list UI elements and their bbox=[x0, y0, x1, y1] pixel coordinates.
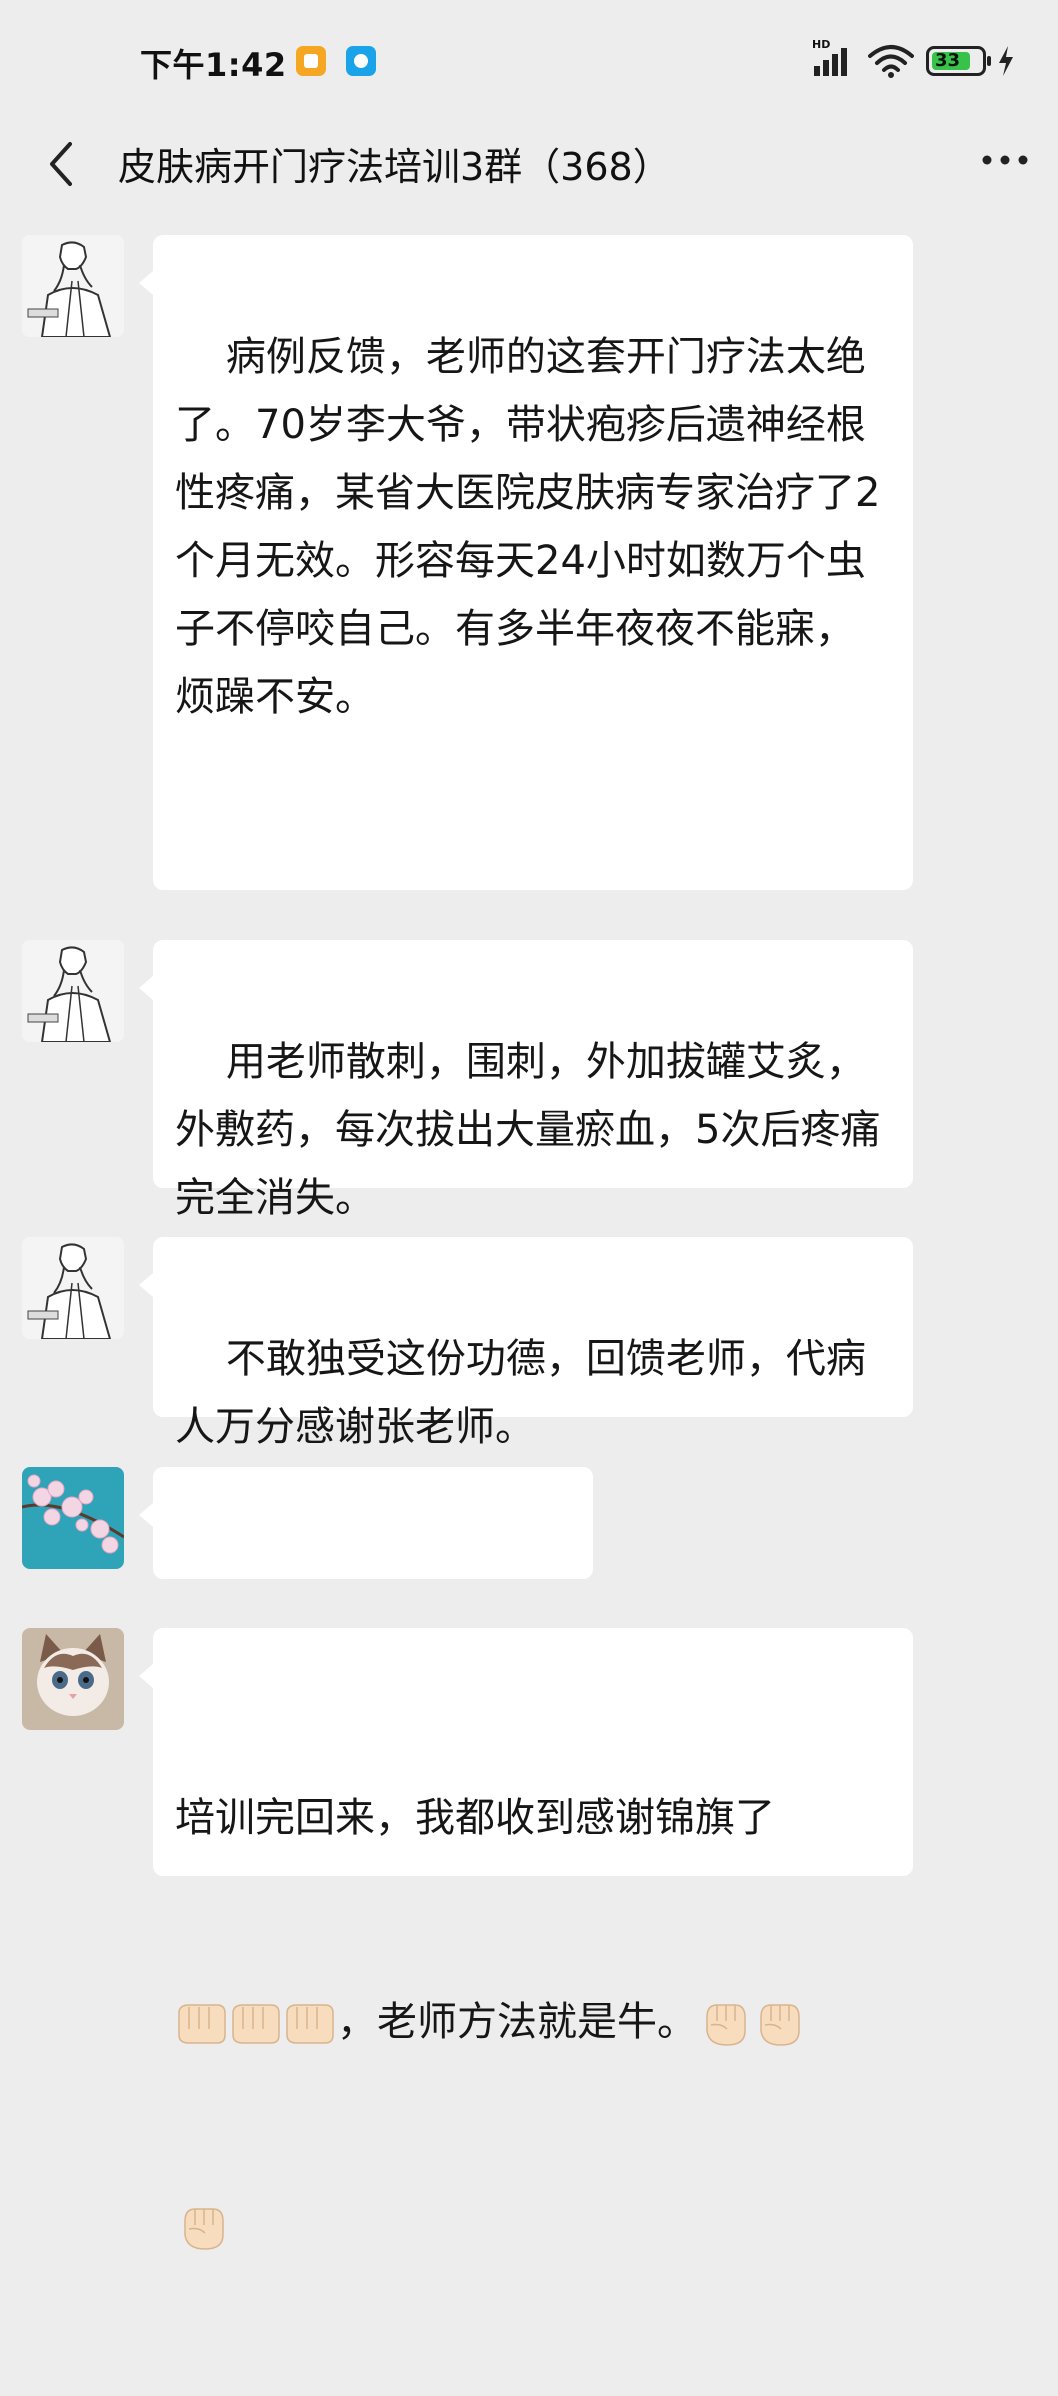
message-item: 培训完回来，我都收到感谢锦旗了 ，老师方法就是牛。 bbox=[0, 1628, 1058, 2250]
cherry-blossom-avatar-icon bbox=[22, 1467, 124, 1569]
avatar[interactable] bbox=[22, 940, 124, 1042]
raised-fist-icon bbox=[184, 2208, 224, 2250]
avatar[interactable] bbox=[22, 1628, 124, 1730]
avatar[interactable] bbox=[22, 1467, 124, 1569]
more-options-icon[interactable] bbox=[980, 150, 1030, 170]
wifi-icon bbox=[868, 45, 914, 78]
message-line: ，老师方法就是牛。 bbox=[175, 1988, 891, 2056]
fist-bump-icon bbox=[286, 2004, 334, 2044]
message-item: 不敢独受这份功德，回馈老师，代病人万分感谢张老师。 bbox=[0, 1237, 1058, 1450]
message-item: 病例反馈，老师的这套开门疗法太绝了。70岁李大爷，带状疱疹后遗神经根性疼痛，某省… bbox=[0, 235, 1058, 895]
teacher-portrait-icon bbox=[22, 940, 124, 1042]
avatar[interactable] bbox=[22, 1237, 124, 1339]
raised-fist-emoji-group bbox=[697, 1999, 805, 2046]
raised-fist-icon bbox=[760, 2004, 800, 2046]
message-bubble[interactable]: 不敢独受这份功德，回馈老师，代病人万分感谢张老师。 bbox=[139, 1237, 913, 1450]
message-item: 用老师散刺，围刺，外加拔罐艾炙，外敷药，每次拔出大量瘀血，5次后疼痛完全消失。 bbox=[0, 940, 1058, 1221]
battery-icon: 33 bbox=[926, 46, 991, 76]
charging-icon bbox=[999, 46, 1013, 76]
fist-bump-emoji-group bbox=[175, 1999, 337, 2045]
message-text: 病例反馈，老师的这套开门疗法太绝了。70岁李大爷，带状疱疹后遗神经根性疼痛，某省… bbox=[175, 334, 881, 720]
message-bubble[interactable]: 用老师散刺，围刺，外加拔罐艾炙，外敷药，每次拔出大量瘀血，5次后疼痛完全消失。 bbox=[139, 940, 913, 1221]
cat-avatar-icon bbox=[22, 1628, 124, 1730]
chat-title: 皮肤病开门疗法培训3群（368） bbox=[118, 145, 671, 189]
teacher-portrait-icon bbox=[22, 235, 124, 337]
teacher-portrait-icon bbox=[22, 1237, 124, 1339]
raised-fist-emoji-group bbox=[175, 2192, 891, 2260]
fist-bump-icon bbox=[178, 2004, 226, 2044]
signal-icon: HD bbox=[812, 38, 852, 76]
chat-header: 皮肤病开门疗法培训3群（368） bbox=[0, 120, 1058, 220]
battery-level: 33 bbox=[935, 50, 961, 71]
fist-bump-icon bbox=[232, 2004, 280, 2044]
avatar[interactable] bbox=[22, 235, 124, 337]
message-text: 用老师散刺，围刺，外加拔罐艾炙，外敷药，每次拔出大量瘀血，5次后疼痛完全消失。 bbox=[175, 1039, 881, 1221]
message-bubble[interactable]: 病例反馈，老师的这套开门疗法太绝了。70岁李大爷，带状疱疹后遗神经根性疼痛，某省… bbox=[139, 235, 913, 890]
notification-app-icon bbox=[346, 46, 376, 76]
raised-fist-icon bbox=[706, 2004, 746, 2046]
message-text: 培训完回来，我都收到感谢锦旗了 bbox=[175, 1795, 775, 1841]
message-text: ，老师方法就是牛。 bbox=[337, 1999, 697, 2045]
message-bubble[interactable]: 培训完回来，我都收到感谢锦旗了 ，老师方法就是牛。 bbox=[139, 1628, 913, 2250]
message-item bbox=[0, 1467, 1058, 1680]
status-time: 下午1:42 bbox=[140, 46, 287, 84]
message-text: 不敢独受这份功德，回馈老师，代病人万分感谢张老师。 bbox=[175, 1336, 866, 1450]
message-bubble[interactable] bbox=[139, 1467, 593, 1680]
back-icon[interactable] bbox=[40, 134, 80, 194]
signal-label: HD bbox=[812, 38, 831, 51]
notification-app-icon bbox=[296, 46, 326, 76]
status-bar: 下午1:42 HD 33 bbox=[0, 0, 1058, 120]
